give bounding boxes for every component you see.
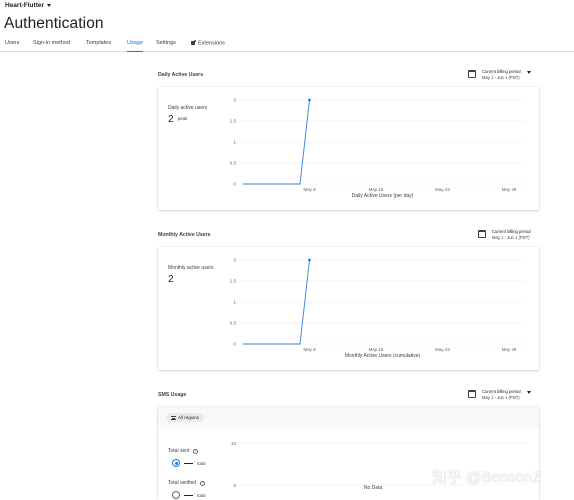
daily-chart-data-point [308, 98, 311, 102]
daily-active-users-chart: 0 0.5 1 1.5 2 May 8 May 15 May 22 May 29 Daily Ac… [230, 98, 525, 199]
total-verified-legend: total [172, 491, 206, 499]
help-icon[interactable]: ? [200, 480, 206, 486]
daily-chart-x-tick: May 15 [369, 187, 384, 192]
monthly-chart-y-tick: 1.5 [230, 279, 237, 284]
billing-period-text: Current billing period May 1 - Jun 1 (PD… [482, 69, 521, 80]
billing-period-range: May 1 - Jun 1 (PDT) [482, 394, 520, 400]
legend-line-icon [184, 494, 193, 496]
monthly-chart-x-tick: May 15 [369, 347, 384, 352]
monthly-active-users-card: Monthly active users 2 0 0.5 1 1.5 2 May 8 May… [158, 247, 539, 370]
calendar-icon [468, 70, 476, 78]
calendar-icon [468, 390, 476, 398]
daily-chart-y-tick: 1 [233, 140, 236, 145]
daily-chart-x-axis-label: Daily Active Users (per day) [352, 193, 414, 199]
total-sent-legend: total [172, 459, 206, 467]
daily-active-users-title: Daily Active Users [158, 72, 204, 78]
daily-chart-x-tick: May 8 [303, 187, 316, 192]
chevron-down-icon [526, 71, 531, 74]
billing-period-selector-sms[interactable]: Current billing period May 1 - Jun 1 (PD… [468, 389, 531, 400]
monthly-chart-data-point [308, 258, 311, 262]
billing-period-range: May 1 - Jun 1 (PDT) [492, 234, 530, 240]
monthly-chart-x-axis-label: Monthly Active Users (cumulative) [345, 353, 421, 359]
tab-sign-in-method[interactable]: Sign-in method [33, 40, 70, 52]
sms-no-data-label: No Data [364, 485, 383, 491]
sms-y-tick-10: 10 [231, 441, 237, 446]
billing-period-selector-daily[interactable]: Current billing period May 1 - Jun 1 (PD… [468, 69, 531, 80]
watermark: 知乎 @BensonZ [432, 469, 542, 486]
total-verified-legend-label: total [197, 492, 206, 498]
total-verified-label: Total verified [168, 480, 197, 486]
filter-icon [171, 415, 176, 420]
tab-users[interactable]: Users [5, 40, 19, 52]
tab-extensions-label: Extensions [198, 40, 225, 47]
daily-chart-x-tick: May 29 [502, 187, 517, 192]
daily-chart-y-tick: 2 [233, 98, 236, 103]
tab-bar: Users Sign-in method Templates Usage Set… [0, 38, 574, 52]
page-title: Authentication [4, 15, 104, 32]
monthly-chart-x-tick: May 8 [303, 347, 316, 352]
billing-period-label: Current billing period [482, 389, 521, 394]
monthly-chart-x-tick: May 29 [502, 347, 517, 352]
tab-templates[interactable]: Templates [86, 40, 111, 52]
tab-usage[interactable]: Usage [127, 40, 143, 52]
monthly-active-users-title: Monthly Active Users [158, 232, 211, 238]
project-name: Heart-Flutter [5, 2, 45, 9]
sms-usage-chart: 10 5 No Data [231, 441, 528, 491]
daily-chart-y-tick: 0.5 [230, 161, 237, 166]
daily-chart-x-tick: May 22 [435, 187, 450, 192]
monthly-chart-y-tick: 0 [233, 342, 236, 347]
sms-y-tick-5: 5 [233, 483, 236, 488]
total-verified-radio[interactable] [172, 491, 180, 499]
billing-period-text: Current billing period May 1 - Jun 1 (PD… [482, 389, 521, 400]
project-switcher[interactable]: Heart-Flutter [5, 2, 52, 9]
monthly-active-users-chart: 0 0.5 1 1.5 2 May 8 May 15 May 22 May 29 Monthly … [230, 258, 525, 359]
daily-active-users-card: Daily active users 2 peak 0 0.5 1 1.5 2 May 8M… [158, 87, 539, 210]
region-filter-chip[interactable]: All regions [166, 413, 205, 422]
monthly-chart-x-tick: May 22 [435, 347, 450, 352]
tab-settings[interactable]: Settings [156, 40, 176, 52]
total-sent-label: Total sent [168, 448, 190, 454]
sms-usage-chart-area: 10 5 No Data Total sent ? total Total ve… [158, 429, 539, 500]
total-sent-radio[interactable] [172, 459, 180, 467]
billing-period-label: Current billing period [482, 69, 521, 74]
monthly-chart-y-tick: 0.5 [230, 321, 237, 326]
billing-period-text: Current billing period May 1 - Jun 1 (PD… [492, 229, 531, 240]
legend-line-icon [184, 462, 193, 464]
daily-chart-y-tick: 1.5 [230, 119, 237, 124]
total-sent-row: Total sent ? [168, 448, 199, 454]
monthly-chart-y-tick: 2 [233, 258, 236, 263]
billing-period-label: Current billing period [492, 229, 531, 234]
total-verified-row: Total verified ? [168, 480, 206, 486]
monthly-chart-y-tick: 1 [233, 300, 236, 305]
extension-icon [191, 40, 196, 45]
billing-period-range: May 1 - Jun 1 (PDT) [482, 74, 520, 80]
sms-usage-title: SMS Usage [158, 392, 187, 398]
region-filter-label: All regions [178, 415, 200, 420]
chevron-down-icon [47, 4, 52, 7]
tab-extensions[interactable]: Extensions [191, 40, 225, 52]
total-sent-legend-label: total [197, 460, 206, 466]
calendar-icon [478, 230, 486, 238]
billing-period-selector-monthly[interactable]: Current billing period May 1 - Jun 1 (PD… [478, 229, 531, 240]
chevron-down-icon [526, 391, 531, 394]
daily-chart-y-tick: 0 [233, 182, 236, 187]
help-icon[interactable]: ? [193, 448, 199, 454]
